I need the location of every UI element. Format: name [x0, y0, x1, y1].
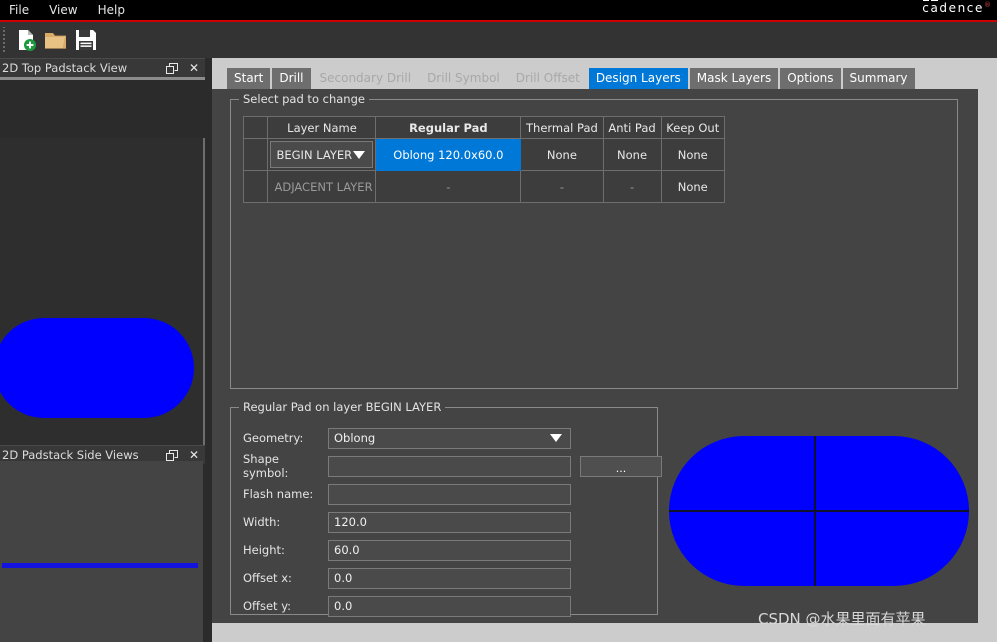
layer-name-value: BEGIN LAYER: [276, 147, 353, 162]
layer-name-cell[interactable]: ADJACENT LAYER: [267, 170, 377, 203]
tab-design-layers[interactable]: Design Layers: [588, 68, 688, 89]
menu-item-file[interactable]: File: [0, 0, 39, 20]
watermark-text: CSDN @水果里面有苹果: [758, 610, 926, 628]
shape-symbol-browse-button[interactable]: ...: [580, 455, 662, 477]
left-dock: 2D Top Padstack View ✕ 2D Padstack Side …: [0, 58, 205, 642]
padstack-side-shape: [2, 563, 198, 568]
tab-drill-symbol: Drill Symbol: [420, 68, 507, 89]
geometry-label: Geometry:: [243, 431, 304, 445]
table-row[interactable]: BEGIN LAYER Oblong 120.0x60.0 None None …: [242, 138, 725, 171]
regular-pad-cell[interactable]: -: [375, 170, 522, 203]
menu-item-help[interactable]: Help: [88, 0, 135, 20]
anti-pad-cell[interactable]: None: [602, 138, 662, 171]
work-right-gutter: [978, 89, 997, 642]
keep-out-cell[interactable]: None: [660, 138, 725, 171]
panel-header-top-padstack-view: 2D Top Padstack View ✕: [0, 58, 205, 77]
chevron-down-icon[interactable]: [550, 434, 562, 442]
tab-secondary-drill: Secondary Drill: [312, 68, 419, 89]
top-padstack-view-canvas[interactable]: [0, 138, 203, 445]
new-file-icon[interactable]: [11, 25, 41, 55]
pad-preview-canvas: [665, 413, 970, 628]
save-icon[interactable]: [71, 25, 101, 55]
close-panel-icon[interactable]: ✕: [183, 59, 205, 78]
regular-pad-group-legend: Regular Pad on layer BEGIN LAYER: [239, 400, 446, 414]
open-folder-icon[interactable]: [41, 25, 71, 55]
cadence-logo: cadence®: [922, 1, 991, 15]
work-area: Start Drill Secondary Drill Drill Symbol…: [205, 58, 997, 642]
select-pad-group: Select pad to change Layer Name Regular …: [230, 92, 958, 389]
column-header-layer-name: Layer Name: [267, 116, 377, 139]
width-input[interactable]: 120.0: [328, 511, 571, 533]
row-selector-cell[interactable]: [242, 138, 269, 171]
height-input[interactable]: 60.0: [328, 539, 571, 561]
offset-x-input[interactable]: 0.0: [328, 567, 571, 589]
form-row-geometry: Geometry: Oblong: [243, 424, 662, 452]
flash-name-input[interactable]: [328, 483, 571, 505]
thermal-pad-cell[interactable]: None: [520, 138, 604, 171]
form-row-offset-y: Offset y: 0.0: [243, 592, 662, 620]
table-header: Layer Name Regular Pad Thermal Pad Anti …: [242, 116, 725, 139]
application-window: File View Help cadence® 2D Top Padstack …: [0, 0, 997, 642]
pad-preview-crosshair-vertical: [814, 436, 816, 586]
height-label: Height:: [243, 543, 285, 557]
offset-y-label: Offset y:: [243, 599, 292, 613]
panel-title-text: 2D Top Padstack View: [2, 61, 128, 75]
chevron-down-icon[interactable]: [353, 150, 366, 159]
form-row-height: Height: 60.0: [243, 536, 662, 564]
select-pad-group-legend: Select pad to change: [239, 92, 369, 106]
anti-pad-cell[interactable]: -: [602, 170, 662, 203]
toolbar: [0, 22, 997, 58]
tab-options[interactable]: Options: [780, 68, 841, 89]
form-row-flash-name: Flash name:: [243, 480, 662, 508]
panel-title-text: 2D Padstack Side Views: [2, 448, 139, 462]
menu-bar: File View Help cadence®: [0, 0, 997, 20]
layer-name-cell[interactable]: BEGIN LAYER: [267, 138, 377, 171]
shape-symbol-label: Shape symbol:: [243, 452, 289, 480]
work-left-gutter: [205, 58, 212, 642]
tab-drill-offset: Drill Offset: [508, 68, 587, 89]
column-header-selector: [242, 116, 269, 139]
tab-summary[interactable]: Summary: [842, 68, 915, 89]
shape-symbol-input[interactable]: [328, 455, 571, 477]
column-header-anti-pad: Anti Pad: [602, 116, 662, 139]
table-row[interactable]: ADJACENT LAYER - - - None: [242, 170, 725, 203]
offset-x-label: Offset x:: [243, 571, 292, 585]
regular-pad-group: Regular Pad on layer BEGIN LAYER Geometr…: [230, 400, 662, 617]
table-body: BEGIN LAYER Oblong 120.0x60.0 None None …: [242, 138, 725, 203]
column-header-keep-out: Keep Out: [660, 116, 725, 139]
float-panel-icon[interactable]: [161, 59, 183, 78]
toolbar-drag-handle[interactable]: [1, 27, 8, 53]
geometry-select[interactable]: Oblong: [328, 427, 571, 449]
regular-pad-form: Geometry: Oblong Shape symbol: ... Flash…: [243, 424, 662, 620]
form-row-offset-x: Offset x: 0.0: [243, 564, 662, 592]
padstack-top-shape: [0, 318, 194, 418]
offset-y-input[interactable]: 0.0: [328, 595, 571, 617]
form-row-width: Width: 120.0: [243, 508, 662, 536]
geometry-value: Oblong: [334, 431, 376, 445]
flash-name-label: Flash name:: [243, 487, 314, 501]
layer-name-combo[interactable]: BEGIN LAYER: [270, 141, 374, 168]
table-header-row: Layer Name Regular Pad Thermal Pad Anti …: [242, 116, 725, 139]
main-tabbar: Start Drill Secondary Drill Drill Symbol…: [212, 58, 997, 89]
tab-start[interactable]: Start: [227, 68, 271, 89]
keep-out-cell[interactable]: None: [660, 170, 725, 203]
thermal-pad-cell[interactable]: -: [520, 170, 604, 203]
form-row-shape-symbol: Shape symbol: ...: [243, 452, 662, 480]
menu-item-view[interactable]: View: [39, 0, 87, 20]
column-header-regular-pad: Regular Pad: [375, 116, 522, 139]
pad-layers-table: Layer Name Regular Pad Thermal Pad Anti …: [242, 116, 725, 203]
tab-drill[interactable]: Drill: [272, 68, 311, 89]
regular-pad-cell[interactable]: Oblong 120.0x60.0: [375, 138, 522, 171]
width-label: Width:: [243, 515, 281, 529]
row-selector-cell[interactable]: [242, 170, 269, 203]
registered-mark: ®: [984, 1, 991, 9]
side-padstack-view-canvas[interactable]: [0, 461, 203, 642]
pad-preview-crosshair-horizontal: [669, 510, 969, 512]
column-header-thermal-pad: Thermal Pad: [520, 116, 604, 139]
tab-mask-layers[interactable]: Mask Layers: [689, 68, 779, 89]
